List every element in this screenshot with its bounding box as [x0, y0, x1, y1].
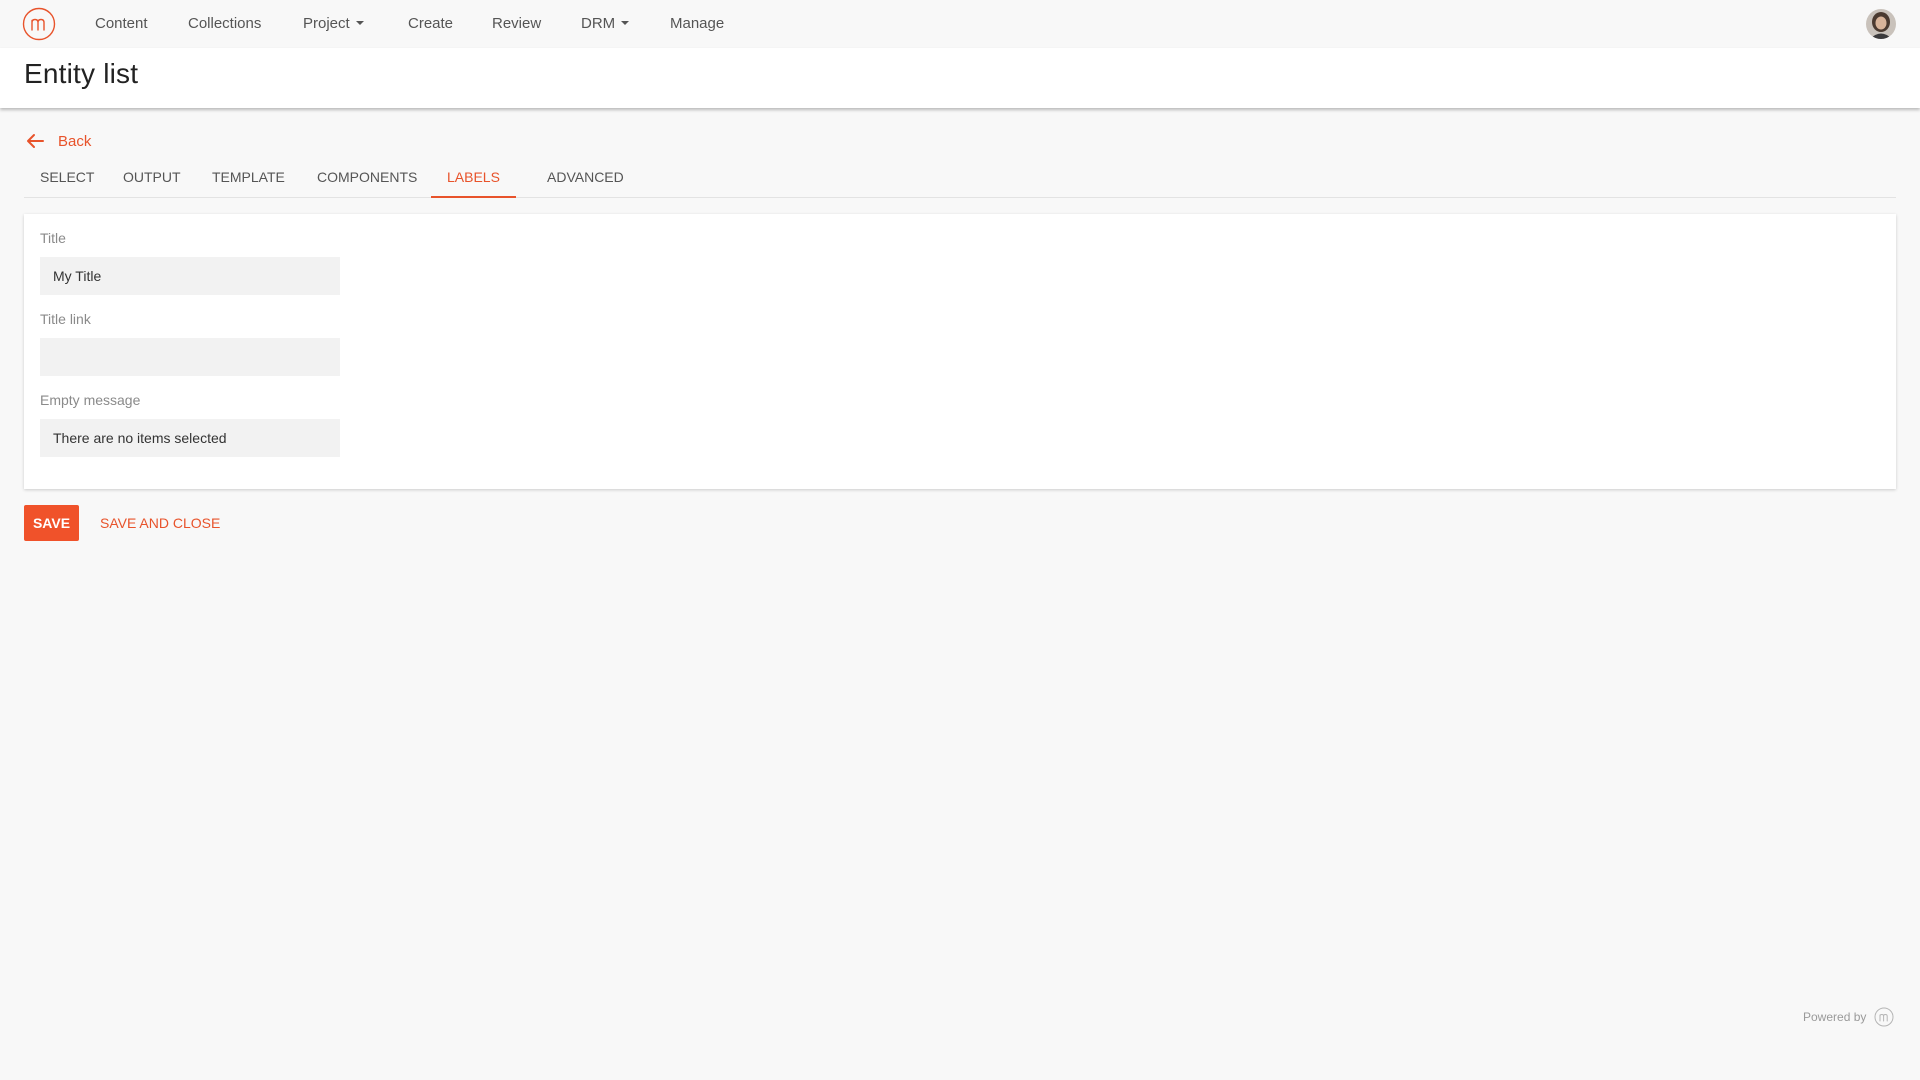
empty-message-input[interactable] — [40, 419, 340, 457]
nav-review-label: Review — [492, 15, 542, 32]
nav-drm-label: DRM — [581, 15, 616, 32]
empty-message-field-label: Empty message — [40, 392, 141, 408]
nav-create[interactable]: Create — [408, 0, 453, 48]
title-field-label: Title — [40, 230, 66, 246]
tab-advanced-label: ADVANCED — [547, 169, 624, 185]
labels-form-card: Title Title link Empty message — [24, 214, 1896, 489]
caret-down-icon — [355, 21, 364, 26]
nav-create-label: Create — [408, 15, 454, 32]
save-and-close-button[interactable]: SAVE AND CLOSE — [100, 505, 220, 541]
tab-output-label: OUTPUT — [123, 169, 181, 185]
m-logo-icon — [1874, 1007, 1894, 1027]
tab-select[interactable]: SELECT — [24, 162, 110, 198]
nav-manage-label: Manage — [670, 15, 725, 32]
page-header: Entity list — [0, 48, 1920, 108]
tab-advanced[interactable]: ADVANCED — [531, 162, 640, 198]
page-title: Entity list — [24, 58, 139, 89]
tab-labels-label: LABELS — [447, 169, 500, 185]
tab-bar: SELECT OUTPUT TEMPLATE COMPONENTS LABELS… — [24, 162, 1896, 198]
nav-collections[interactable]: Collections — [188, 0, 261, 48]
arrow-left-icon — [27, 134, 44, 148]
tab-select-label: SELECT — [40, 169, 95, 185]
tab-template-label: TEMPLATE — [212, 169, 285, 185]
nav-content[interactable]: Content — [95, 0, 148, 48]
nav-drm-dropdown[interactable]: DRM — [581, 0, 630, 48]
nav-project-label: Project — [303, 15, 350, 32]
back-label: Back — [58, 132, 92, 150]
powered-by-label: Powered by — [1803, 1010, 1867, 1024]
nav-collections-label: Collections — [188, 15, 262, 32]
title-link-field-label: Title link — [40, 311, 91, 327]
title-link-input[interactable] — [40, 338, 340, 376]
nav-content-label: Content — [95, 15, 148, 32]
powered-by: Powered by — [1803, 1006, 1894, 1028]
tab-labels[interactable]: LABELS — [431, 162, 516, 198]
nav-manage[interactable]: Manage — [670, 0, 724, 48]
save-button[interactable]: SAVE — [24, 505, 79, 541]
top-navbar: Content Collections Project Create Revie… — [0, 0, 1920, 48]
back-link[interactable]: Back — [26, 130, 91, 152]
nav-project-dropdown[interactable]: Project — [303, 0, 364, 48]
tab-template[interactable]: TEMPLATE — [196, 162, 301, 198]
user-avatar[interactable] — [1866, 9, 1896, 39]
caret-down-icon — [621, 21, 630, 26]
tab-output[interactable]: OUTPUT — [107, 162, 197, 198]
tab-components-label: COMPONENTS — [317, 169, 418, 185]
title-input[interactable] — [40, 257, 340, 295]
tab-components[interactable]: COMPONENTS — [301, 162, 433, 198]
m-logo-icon[interactable] — [22, 7, 56, 41]
nav-review[interactable]: Review — [492, 0, 541, 48]
